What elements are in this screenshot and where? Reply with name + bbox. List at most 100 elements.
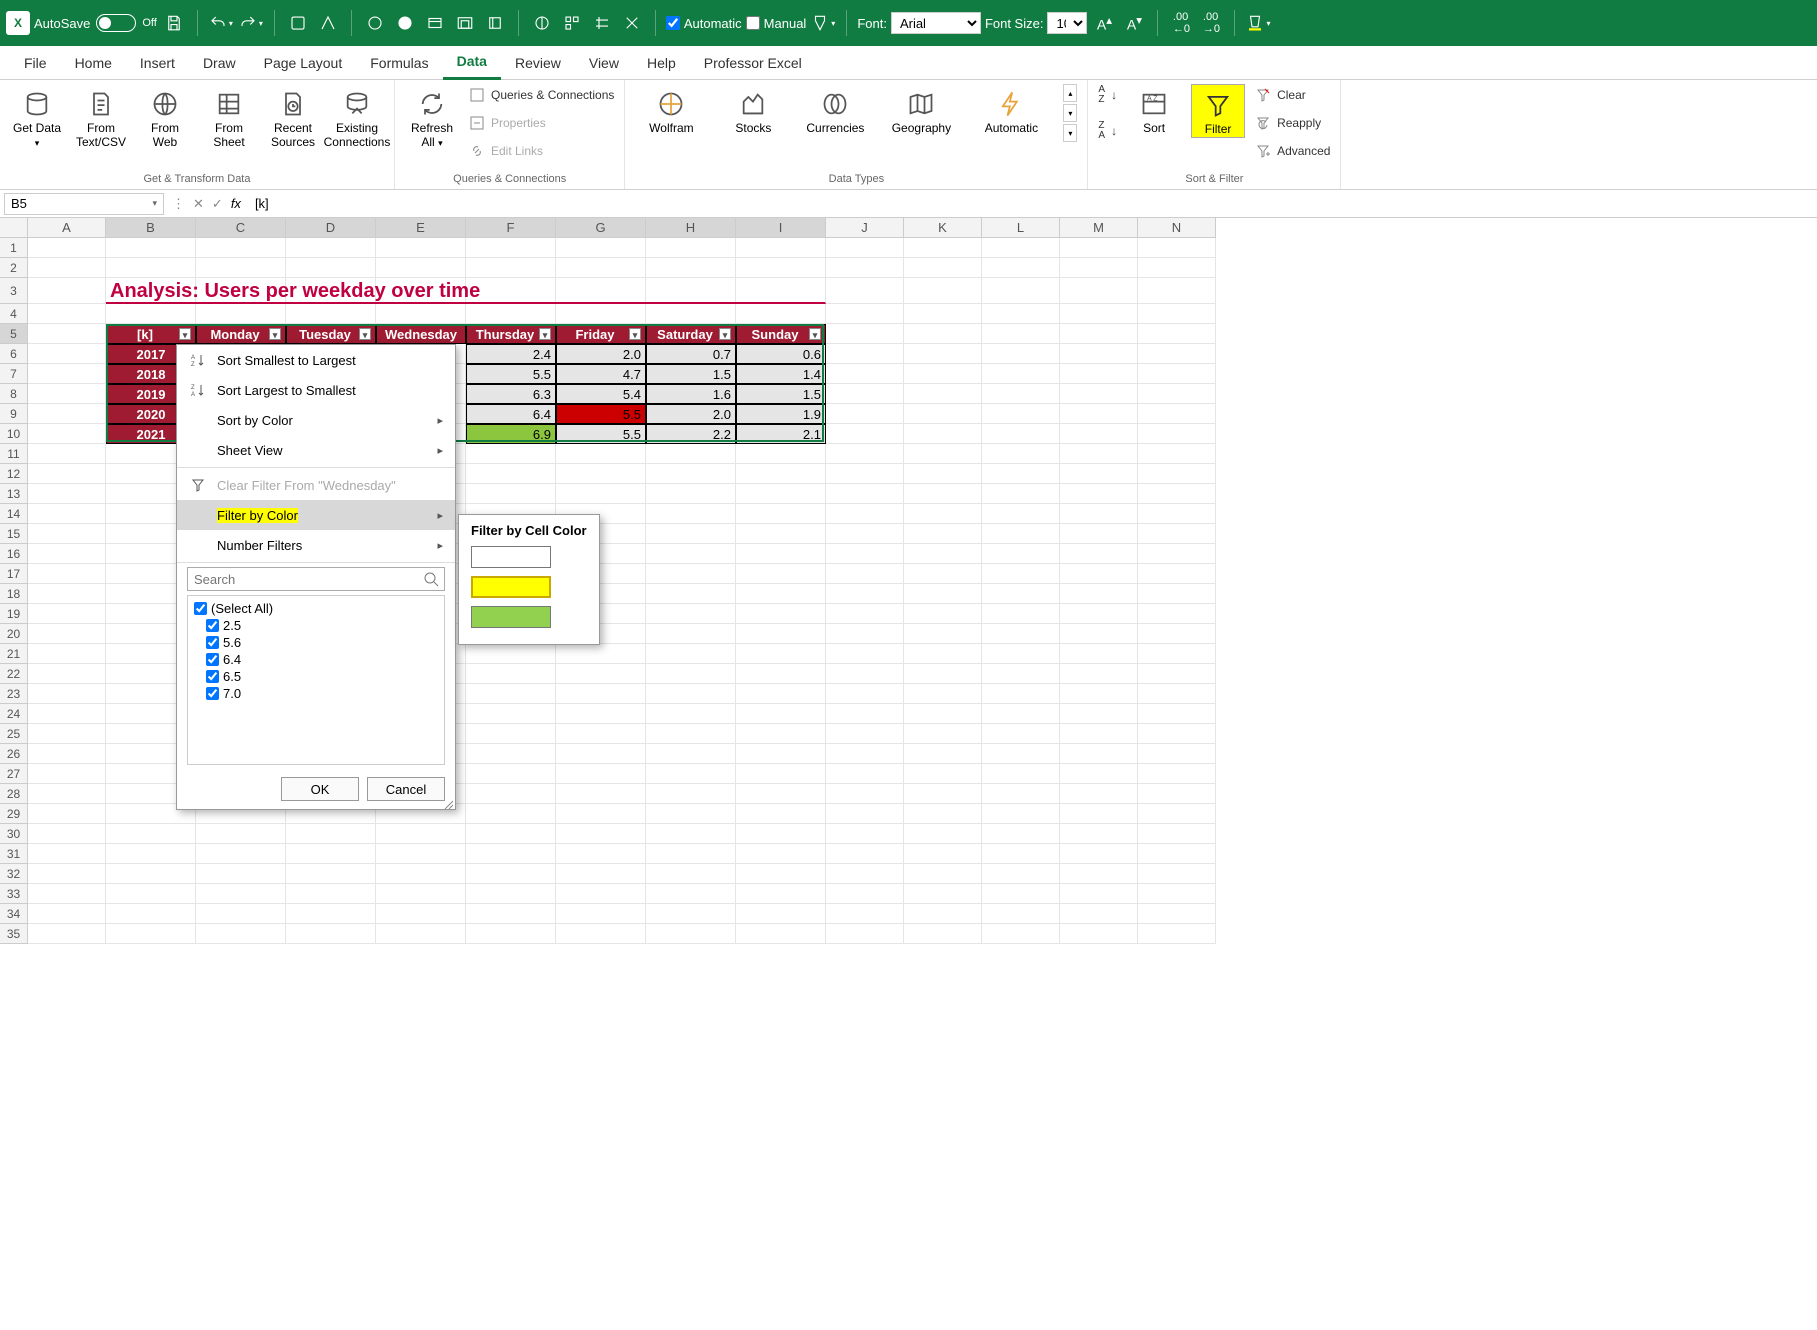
cell[interactable] [982,684,1060,704]
cell[interactable] [556,784,646,804]
cell[interactable] [826,624,904,644]
cell[interactable] [736,884,826,904]
filter-button[interactable]: Filter [1191,84,1245,138]
cell[interactable] [904,644,982,664]
cell[interactable] [736,238,826,258]
cell[interactable] [736,864,826,884]
table-cell[interactable]: 1.6 [646,384,736,404]
cell[interactable] [736,258,826,278]
cell[interactable] [646,544,736,564]
from-sheet-button[interactable]: FromSheet [202,84,256,150]
cell[interactable] [1138,544,1216,564]
cell[interactable] [826,364,904,384]
cell[interactable] [1060,404,1138,424]
cell[interactable] [1060,764,1138,784]
row-header[interactable]: 25 [0,724,28,744]
row-header[interactable]: 16 [0,544,28,564]
row-header[interactable]: 19 [0,604,28,624]
filter-value-item[interactable]: 7.0 [194,685,438,702]
tab-file[interactable]: File [10,46,61,80]
cell[interactable] [1138,524,1216,544]
column-header[interactable]: H [646,218,736,238]
cell[interactable] [1060,484,1138,504]
cell[interactable] [28,404,106,424]
automatic-datatype-button[interactable]: Automatic [971,84,1051,136]
resize-handle-icon[interactable] [443,797,453,807]
cell[interactable] [826,924,904,944]
cell[interactable] [904,924,982,944]
cell[interactable] [196,844,286,864]
tab-data[interactable]: Data [443,46,501,80]
cell[interactable] [904,404,982,424]
cell[interactable] [1060,524,1138,544]
cell[interactable] [646,564,736,584]
cell[interactable] [286,844,376,864]
cell[interactable] [646,864,736,884]
cell[interactable] [826,704,904,724]
cell[interactable] [1138,384,1216,404]
cell[interactable] [982,444,1060,464]
cancel-formula-icon[interactable]: ✕ [193,196,204,212]
cell[interactable] [1060,364,1138,384]
cell[interactable] [982,644,1060,664]
cell[interactable] [904,844,982,864]
cell[interactable] [904,324,982,344]
cell[interactable] [1060,464,1138,484]
sort-button[interactable]: A ZSort [1127,84,1181,136]
cell[interactable] [28,704,106,724]
cell[interactable] [826,424,904,444]
name-box[interactable]: B5 ▾ [4,193,164,215]
filter-checkbox[interactable] [206,687,219,700]
cell[interactable] [646,684,736,704]
manual-checkbox[interactable]: Manual [746,16,807,31]
cell[interactable] [826,484,904,504]
cell[interactable] [826,304,904,324]
table-cell[interactable]: 5.5 [556,424,646,444]
cell[interactable] [982,704,1060,724]
row-header[interactable]: 28 [0,784,28,804]
cell[interactable] [1060,884,1138,904]
cell[interactable] [1060,824,1138,844]
cell[interactable] [1138,744,1216,764]
from-web-button[interactable]: FromWeb [138,84,192,150]
filter-checkbox[interactable] [206,619,219,632]
geography-button[interactable]: Geography [881,84,961,136]
cell[interactable] [736,684,826,704]
cell[interactable] [1060,544,1138,564]
qat-icon-8[interactable] [529,10,555,36]
table-cell[interactable]: 1.5 [736,384,826,404]
ok-button[interactable]: OK [281,777,359,801]
cell[interactable] [1060,424,1138,444]
clear-filter-button[interactable]: Clear [1255,84,1330,106]
paint-format-icon[interactable]: ▾ [810,10,836,36]
cell[interactable] [466,258,556,278]
column-header[interactable]: L [982,218,1060,238]
column-header[interactable]: M [1060,218,1138,238]
cell[interactable] [556,684,646,704]
cell[interactable] [1138,238,1216,258]
cell[interactable] [904,804,982,824]
cell[interactable] [556,238,646,258]
cell[interactable] [646,524,736,544]
cell[interactable] [1060,624,1138,644]
cell[interactable] [28,604,106,624]
row-header[interactable]: 27 [0,764,28,784]
formula-input[interactable] [249,196,1817,211]
row-header[interactable]: 15 [0,524,28,544]
cell[interactable] [1138,784,1216,804]
cell[interactable] [982,744,1060,764]
cell[interactable] [1138,564,1216,584]
cell[interactable] [826,524,904,544]
get-data-button[interactable]: Get Data ▾ [10,84,64,150]
cell[interactable] [1138,424,1216,444]
color-swatch-green[interactable] [471,606,551,628]
cell[interactable] [556,464,646,484]
cell[interactable] [466,844,556,864]
cell[interactable] [826,384,904,404]
cell[interactable] [1138,504,1216,524]
cell[interactable] [982,844,1060,864]
cell[interactable] [904,504,982,524]
cell[interactable] [466,664,556,684]
automatic-checkbox[interactable]: Automatic [666,16,742,31]
cell[interactable] [982,624,1060,644]
